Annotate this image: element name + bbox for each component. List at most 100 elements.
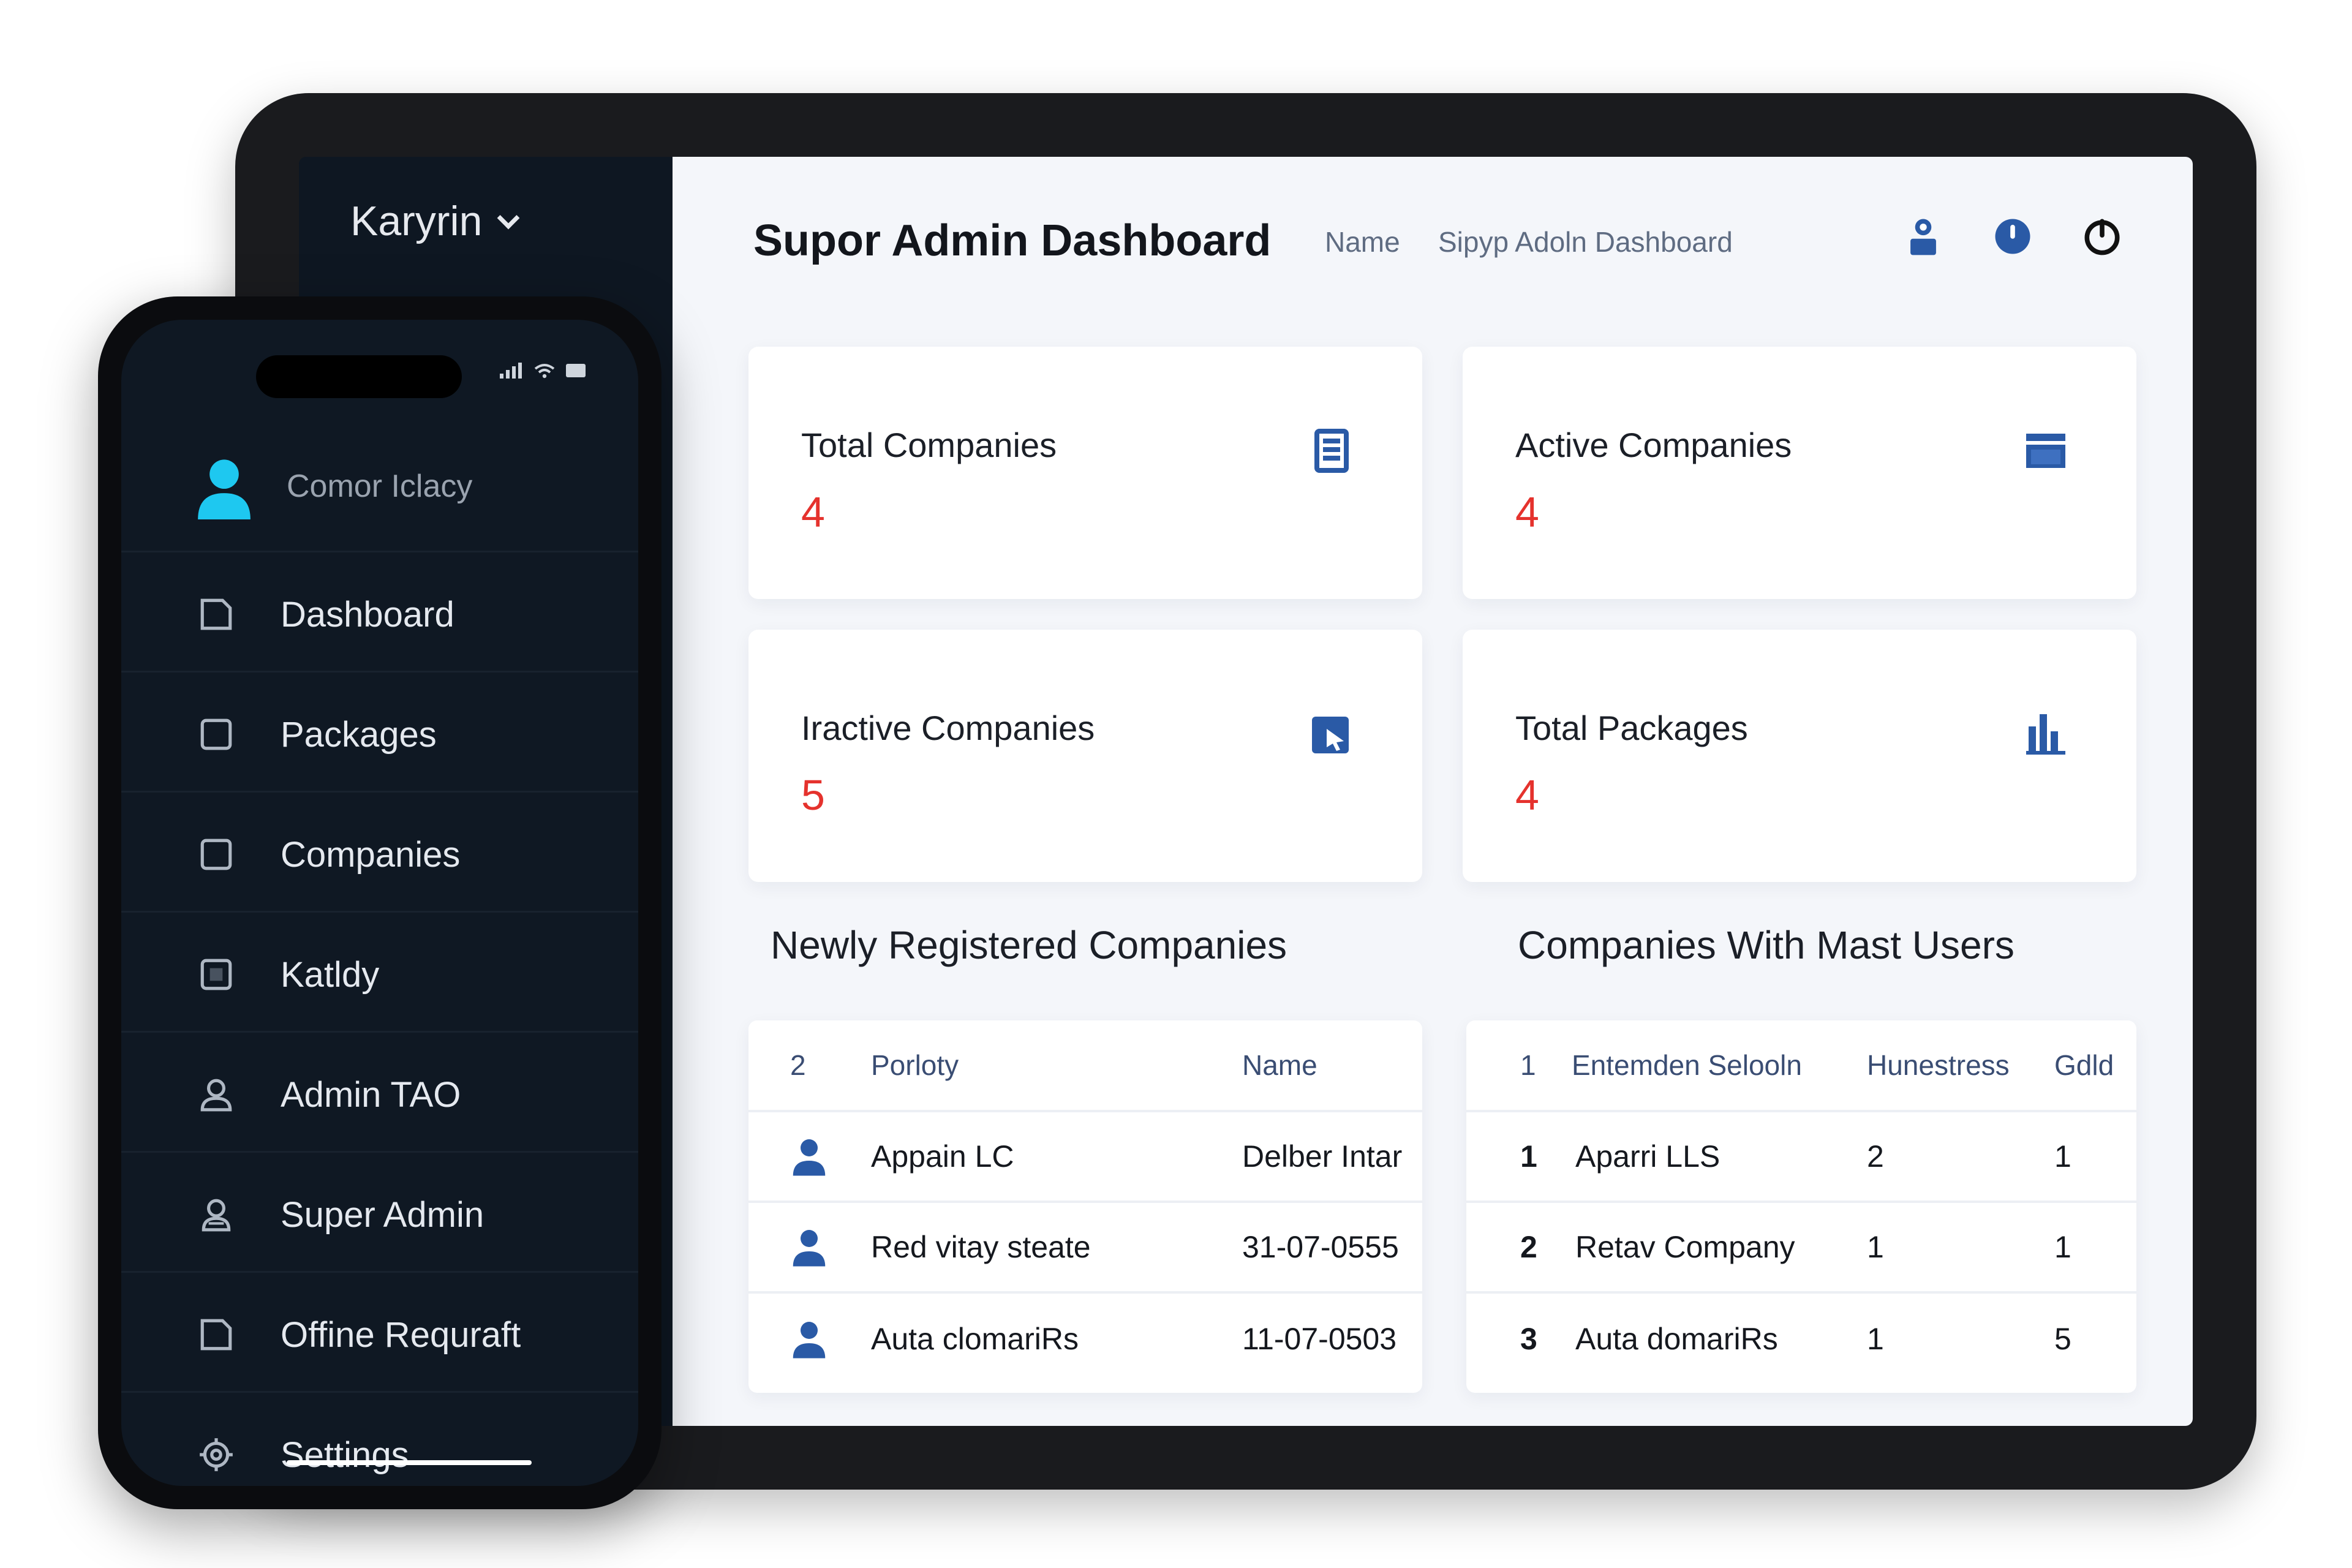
column-header[interactable]: Hunestress (1867, 1020, 2010, 1110)
column-header[interactable]: Entemden Selooln (1572, 1020, 1802, 1110)
column-header[interactable]: 1 (1520, 1020, 1536, 1110)
nav-label: Dashboard (281, 595, 454, 635)
category-icon (200, 959, 232, 990)
stat-label: Active Companies (1515, 426, 1792, 464)
page-title: Supor Admin Dashboard (753, 216, 1272, 265)
nav-item-admin-tao[interactable]: Admin TAO (121, 1033, 638, 1153)
table-row[interactable]: 3 Auta domariRs 1 5 (1466, 1294, 2136, 1384)
column-header[interactable]: 2 (790, 1020, 806, 1110)
stat-card-total-companies[interactable]: Total Companies 4 (748, 347, 1422, 599)
section-title-most-users: Companies With Mast Users (1518, 923, 2015, 967)
avatar-icon (198, 459, 251, 519)
user-name: Comor Iclacy (287, 469, 473, 504)
request-icon (200, 1319, 232, 1351)
group-count: 5 (2054, 1322, 2071, 1356)
phone-device: Comor Iclacy Dashboard Packages Companie… (98, 296, 662, 1509)
nav-label: Admin TAO (281, 1075, 461, 1115)
nav-label: Packages (281, 715, 437, 755)
table-row[interactable]: Appain LC Delber Intar (748, 1112, 1422, 1203)
brand-switcher[interactable]: Karyrin (350, 197, 520, 245)
user-icon (793, 1139, 826, 1176)
table-header: 1 Entemden Selooln Hunestress Gdld (1466, 1020, 2136, 1112)
stat-value: 4 (801, 488, 825, 536)
power-icon[interactable] (2079, 213, 2125, 260)
column-header[interactable]: Name (1242, 1020, 1317, 1110)
rank: 3 (1520, 1322, 1537, 1356)
stat-value: 4 (1515, 488, 1539, 536)
company-name: Auta clomariRs (871, 1322, 1079, 1356)
table-row[interactable]: 2 Retav Company 1 1 (1466, 1203, 2136, 1294)
brand-name: Karyrin (350, 198, 483, 244)
document-icon (1314, 429, 1349, 473)
main-content: Supor Admin Dashboard Name Sipyp Adoln D… (673, 157, 2193, 1426)
user-count: 1 (1867, 1230, 1884, 1264)
top-bar: Supor Admin Dashboard Name Sipyp Adoln D… (673, 157, 2193, 316)
nav-label: Super Admin (281, 1195, 484, 1235)
phone-screen: Comor Iclacy Dashboard Packages Companie… (121, 320, 638, 1486)
nav-item-settings[interactable]: Settings (121, 1393, 638, 1486)
group-count: 1 (2054, 1139, 2071, 1174)
rank: 2 (1520, 1230, 1537, 1264)
most-users-table: 1 Entemden Selooln Hunestress Gdld 1 Apa… (1466, 1020, 2136, 1393)
nav-item-packages[interactable]: Packages (121, 673, 638, 793)
package-icon (200, 718, 232, 750)
table-header: 2 Porloty Name (748, 1020, 1422, 1112)
company-detail: 31-07-0555 (1242, 1230, 1399, 1264)
breadcrumb-name[interactable]: Name (1325, 225, 1400, 258)
nav-label: Offine Requraft (281, 1315, 521, 1355)
stat-label: Total Companies (801, 426, 1057, 464)
nav-label: Settings (281, 1435, 409, 1475)
company-name: Red vitay steate (871, 1230, 1091, 1264)
bar-chart-icon (2026, 714, 2065, 755)
company-name: Appain LC (871, 1139, 1014, 1174)
group-count: 1 (2054, 1230, 2071, 1264)
nav-item-dashboard[interactable]: Dashboard (121, 552, 638, 673)
stat-value: 4 (1515, 771, 1539, 819)
window-icon (2026, 434, 2065, 468)
chevron-down-icon (497, 206, 520, 230)
dynamic-island (256, 355, 462, 398)
user-icon (793, 1322, 826, 1359)
super-admin-icon (202, 1199, 231, 1232)
company-detail: 11-07-0503 (1242, 1322, 1397, 1356)
profile-icon[interactable] (1900, 213, 1947, 260)
company-name: Auta domariRs (1575, 1322, 1778, 1356)
user-count: 2 (1867, 1139, 1884, 1174)
phone-user-profile[interactable]: Comor Iclacy (121, 424, 638, 552)
nav-item-companies[interactable]: Companies (121, 793, 638, 913)
wifi-icon (534, 364, 555, 379)
nav-item-offine-requraft[interactable]: Offine Requraft (121, 1273, 638, 1393)
company-detail: Delber Intar (1242, 1139, 1403, 1174)
status-bar (500, 363, 587, 379)
user-count: 1 (1867, 1322, 1884, 1356)
table-row[interactable]: Auta clomariRs 11-07-0503 (748, 1294, 1422, 1384)
company-name: Aparri LLS (1575, 1139, 1721, 1174)
company-name: Retav Company (1575, 1230, 1795, 1264)
stat-card-total-packages[interactable]: Total Packages 4 (1463, 630, 2136, 882)
section-title-newly: Newly Registered Companies (771, 923, 1287, 967)
stat-card-inactive-companies[interactable]: Iractive Companies 5 (748, 630, 1422, 882)
table-row[interactable]: Red vitay steate 31-07-0555 (748, 1203, 1422, 1294)
nav-item-katldy[interactable]: Katldy (121, 913, 638, 1033)
user-icon (793, 1230, 826, 1267)
top-actions (1900, 213, 2125, 260)
column-header[interactable]: Gdld (2054, 1020, 2114, 1110)
table-row[interactable]: 1 Aparri LLS 2 1 (1466, 1112, 2136, 1203)
battery-icon (566, 364, 586, 377)
alert-icon[interactable] (1989, 213, 2036, 260)
nav-label: Katldy (281, 955, 380, 995)
signal-icon (500, 363, 522, 379)
rank: 1 (1520, 1139, 1537, 1174)
export-icon (1312, 717, 1349, 753)
nav-label: Companies (281, 835, 461, 875)
user-icon (200, 1079, 232, 1112)
settings-icon (200, 1438, 233, 1471)
nav-item-super-admin[interactable]: Super Admin (121, 1153, 638, 1273)
newly-registered-table: 2 Porloty Name Appain LC Delber Intar Re… (748, 1020, 1422, 1393)
stat-card-active-companies[interactable]: Active Companies 4 (1463, 347, 2136, 599)
building-icon (200, 839, 232, 870)
stat-label: Iractive Companies (801, 709, 1095, 747)
breadcrumb-dashboard[interactable]: Sipyp Adoln Dashboard (1438, 225, 1733, 258)
column-header[interactable]: Porloty (871, 1020, 959, 1110)
stat-label: Total Packages (1515, 709, 1748, 747)
